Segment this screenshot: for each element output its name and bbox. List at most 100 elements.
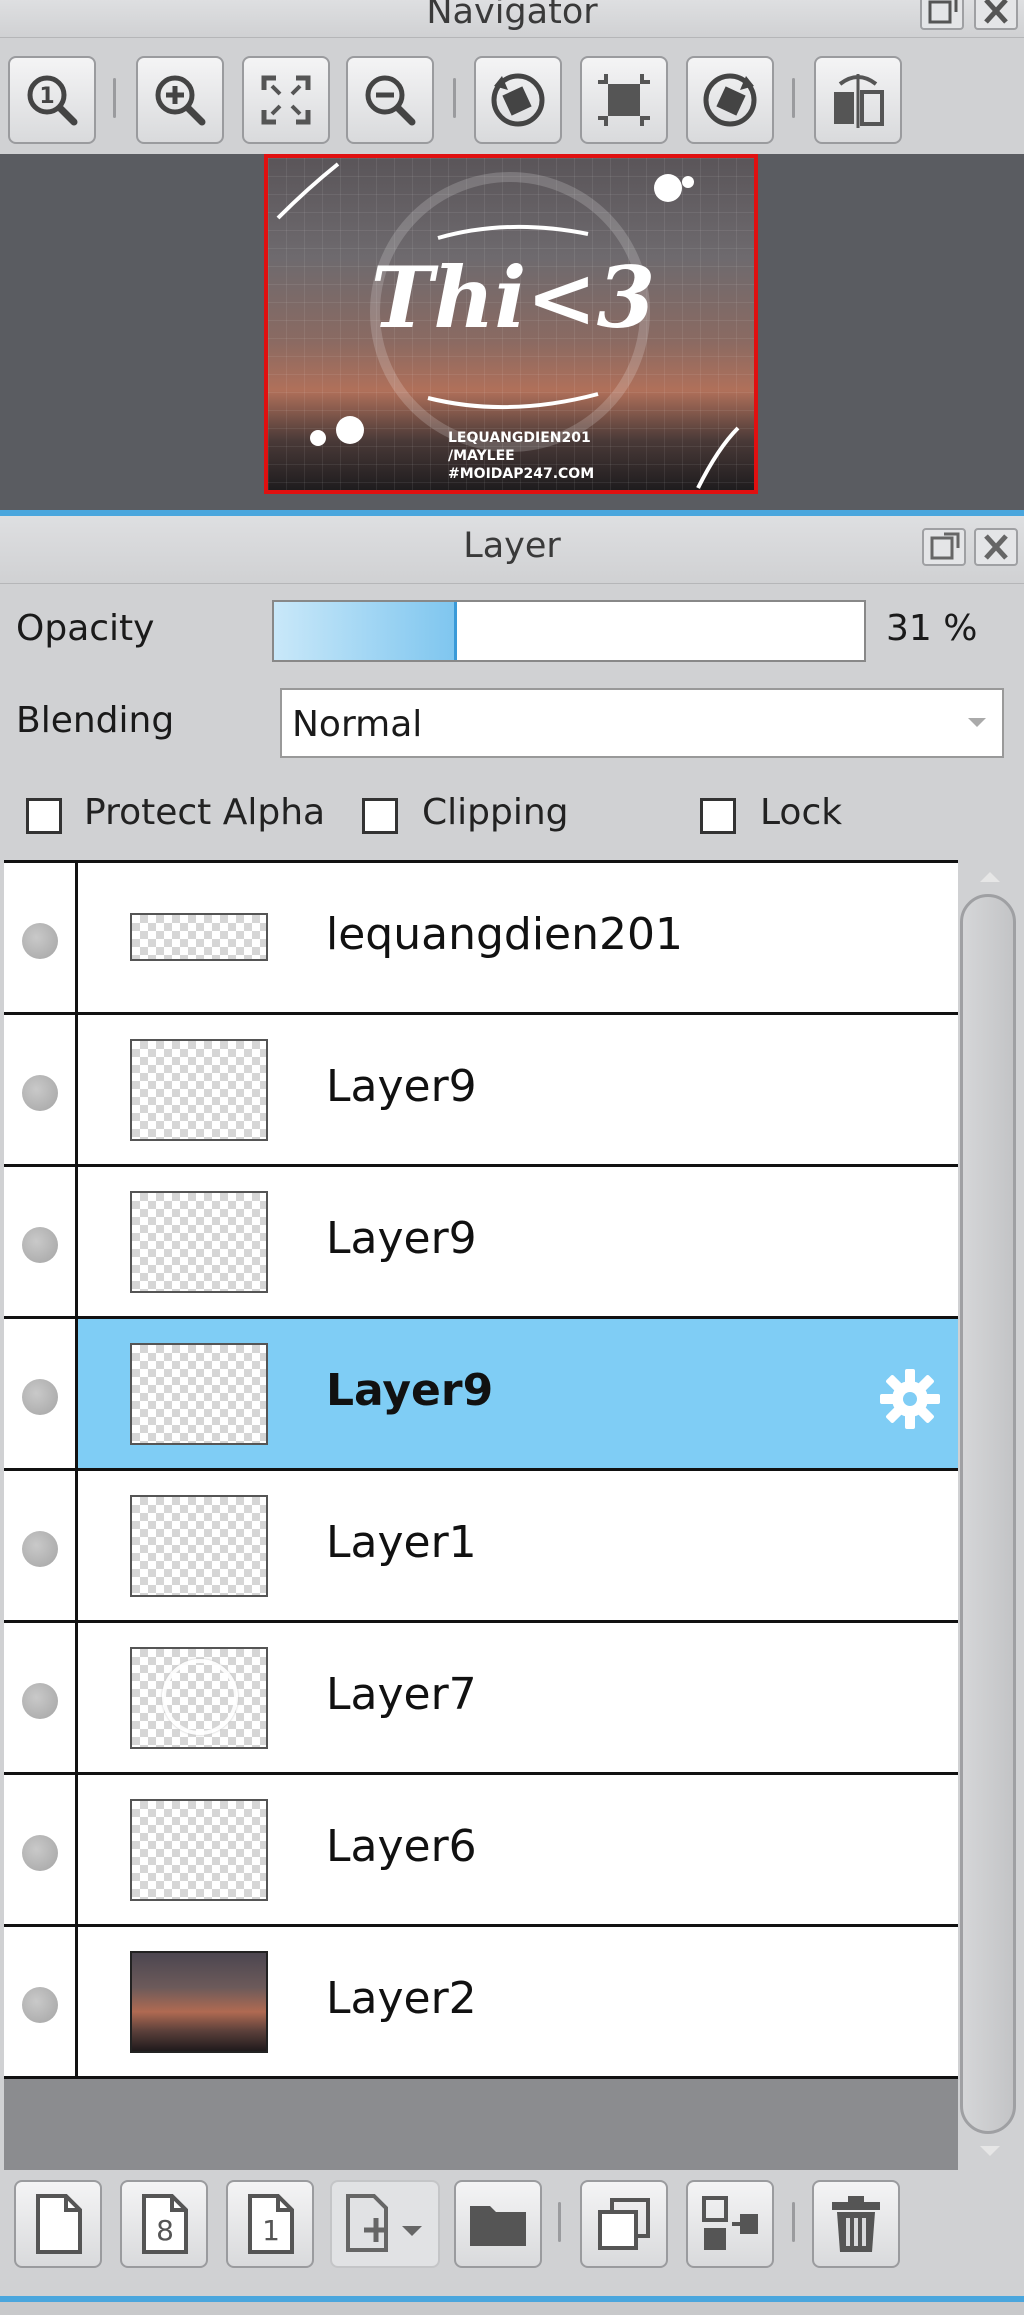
layer-name: Layer2 (326, 1973, 477, 2024)
close-icon (984, 534, 1008, 560)
visibility-dot-icon (22, 1379, 58, 1415)
protect-alpha-checkbox[interactable] (26, 798, 62, 834)
layer-float-button[interactable] (922, 528, 966, 566)
navigator-close-button[interactable] (974, 0, 1018, 30)
zoom-in-icon (155, 75, 206, 126)
layer-row[interactable]: lequangdien201 (4, 863, 958, 1015)
navigator-title: Navigator (426, 0, 598, 32)
layer-titlebar: Layer (0, 516, 1024, 584)
layer-panel-title: Layer (463, 526, 561, 566)
blending-label: Blending (16, 700, 175, 741)
layer-thumbnail (130, 1343, 268, 1445)
flip-button[interactable] (814, 56, 902, 144)
layer-visibility-toggle[interactable] (4, 1775, 78, 1924)
layer-visibility-toggle[interactable] (4, 1167, 78, 1316)
preview-flower-decoration (276, 162, 740, 489)
lock-checkbox[interactable] (700, 798, 736, 834)
chevron-down-icon (968, 718, 986, 727)
blending-dropdown[interactable]: Normal (280, 688, 1004, 758)
layer-row[interactable]: Layer6 (4, 1775, 958, 1927)
rotate-left-icon (491, 73, 545, 127)
layer-row[interactable]: Layer9 (4, 1015, 958, 1167)
layer-close-button[interactable] (974, 528, 1018, 566)
layer-name: Layer1 (326, 1517, 477, 1568)
new-8bit-layer-icon: 8 (142, 2194, 188, 2254)
new-layer-button[interactable] (14, 2180, 102, 2268)
layer-row[interactable]: Layer1 (4, 1471, 958, 1623)
close-icon (984, 0, 1008, 24)
delete-layer-icon (832, 2196, 880, 2252)
layer-thumbnail (130, 913, 268, 961)
layer-visibility-toggle[interactable] (4, 863, 78, 1012)
opacity-label: Opacity (16, 608, 155, 649)
layer-thumbnail (130, 1039, 268, 1141)
protect-alpha-label: Protect Alpha (84, 792, 326, 833)
rotate-reset-button[interactable] (580, 56, 668, 144)
layer-thumbnail (130, 1799, 268, 1901)
rotate-left-button[interactable] (474, 56, 562, 144)
navigator-float-button[interactable] (920, 0, 964, 30)
zoom-actual-icon: 1 (27, 75, 78, 126)
visibility-dot-icon (22, 1683, 58, 1719)
opacity-slider[interactable] (272, 600, 866, 662)
layer-row-selected[interactable]: Layer9 (4, 1319, 958, 1471)
layer-visibility-toggle[interactable] (4, 1927, 78, 2076)
navigator-canvas[interactable]: Thi<3 LEQUANGDIEN201 /MAYLEE #MOIDAP247.… (0, 154, 1024, 510)
visibility-dot-icon (22, 1531, 58, 1567)
float-icon (928, 0, 958, 24)
layer-visibility-toggle[interactable] (4, 1015, 78, 1164)
layer-visibility-toggle[interactable] (4, 1471, 78, 1620)
scrollbar-thumb[interactable] (960, 894, 1016, 2134)
merge-down-button[interactable] (686, 2180, 774, 2268)
svg-text:8: 8 (156, 2214, 174, 2247)
layer-visibility-toggle[interactable] (4, 1623, 78, 1772)
rotate-right-button[interactable] (686, 56, 774, 144)
new-1bit-layer-button[interactable]: 1 (226, 2180, 314, 2268)
layer-thumbnail (130, 1191, 268, 1293)
layer-name: Layer7 (326, 1669, 477, 1720)
layer-row[interactable]: Layer2 (4, 1927, 958, 2079)
visibility-dot-icon (22, 1987, 58, 2023)
navigator-titlebar: Navigator (0, 0, 1024, 38)
new-layer-icon (36, 2194, 82, 2254)
new-folder-button[interactable] (454, 2180, 542, 2268)
duplicate-layer-button[interactable] (580, 2180, 668, 2268)
layer-visibility-toggle[interactable] (4, 1319, 78, 1468)
layer-name: Layer9 (326, 1365, 494, 1416)
layer-name: Layer9 (326, 1061, 477, 1112)
layer-settings-gear-icon[interactable] (876, 1365, 944, 1433)
new-8bit-layer-button[interactable]: 8 (120, 2180, 208, 2268)
zoom-out-button[interactable] (346, 56, 434, 144)
merge-down-icon (702, 2196, 758, 2250)
float-icon (930, 532, 960, 560)
svg-text:1: 1 (39, 84, 54, 109)
clipping-label: Clipping (422, 792, 569, 833)
opacity-value: 31 % (886, 608, 978, 649)
navigator-preview[interactable]: Thi<3 LEQUANGDIEN201 /MAYLEE #MOIDAP247.… (264, 154, 758, 494)
new-1bit-layer-icon: 1 (248, 2194, 294, 2254)
visibility-dot-icon (22, 1075, 58, 1111)
layer-thumbnail (130, 1647, 268, 1749)
layer-thumbnail (130, 1951, 268, 2053)
zoom-in-button[interactable] (136, 56, 224, 144)
flip-icon (834, 74, 884, 128)
layer-list-scrollbar[interactable] (960, 860, 1020, 2170)
rotate-right-icon (703, 73, 757, 127)
add-layer-menu-button[interactable] (330, 2180, 440, 2268)
duplicate-layer-icon (598, 2198, 650, 2250)
zoom-out-icon (365, 75, 416, 126)
visibility-dot-icon (22, 1835, 58, 1871)
zoom-actual-button[interactable]: 1 (8, 56, 96, 144)
new-folder-icon (470, 2206, 526, 2246)
lock-label: Lock (760, 792, 843, 833)
layer-row[interactable]: Layer9 (4, 1167, 958, 1319)
fit-window-icon (261, 75, 311, 125)
clipping-checkbox[interactable] (362, 798, 398, 834)
scroll-down-arrow-icon[interactable] (978, 2144, 1002, 2158)
layer-name: Layer6 (326, 1821, 477, 1872)
layer-row[interactable]: Layer7 (4, 1623, 958, 1775)
layer-thumbnail (130, 1495, 268, 1597)
scroll-up-arrow-icon[interactable] (978, 870, 1002, 884)
fit-window-button[interactable] (242, 56, 330, 144)
delete-layer-button[interactable] (812, 2180, 900, 2268)
